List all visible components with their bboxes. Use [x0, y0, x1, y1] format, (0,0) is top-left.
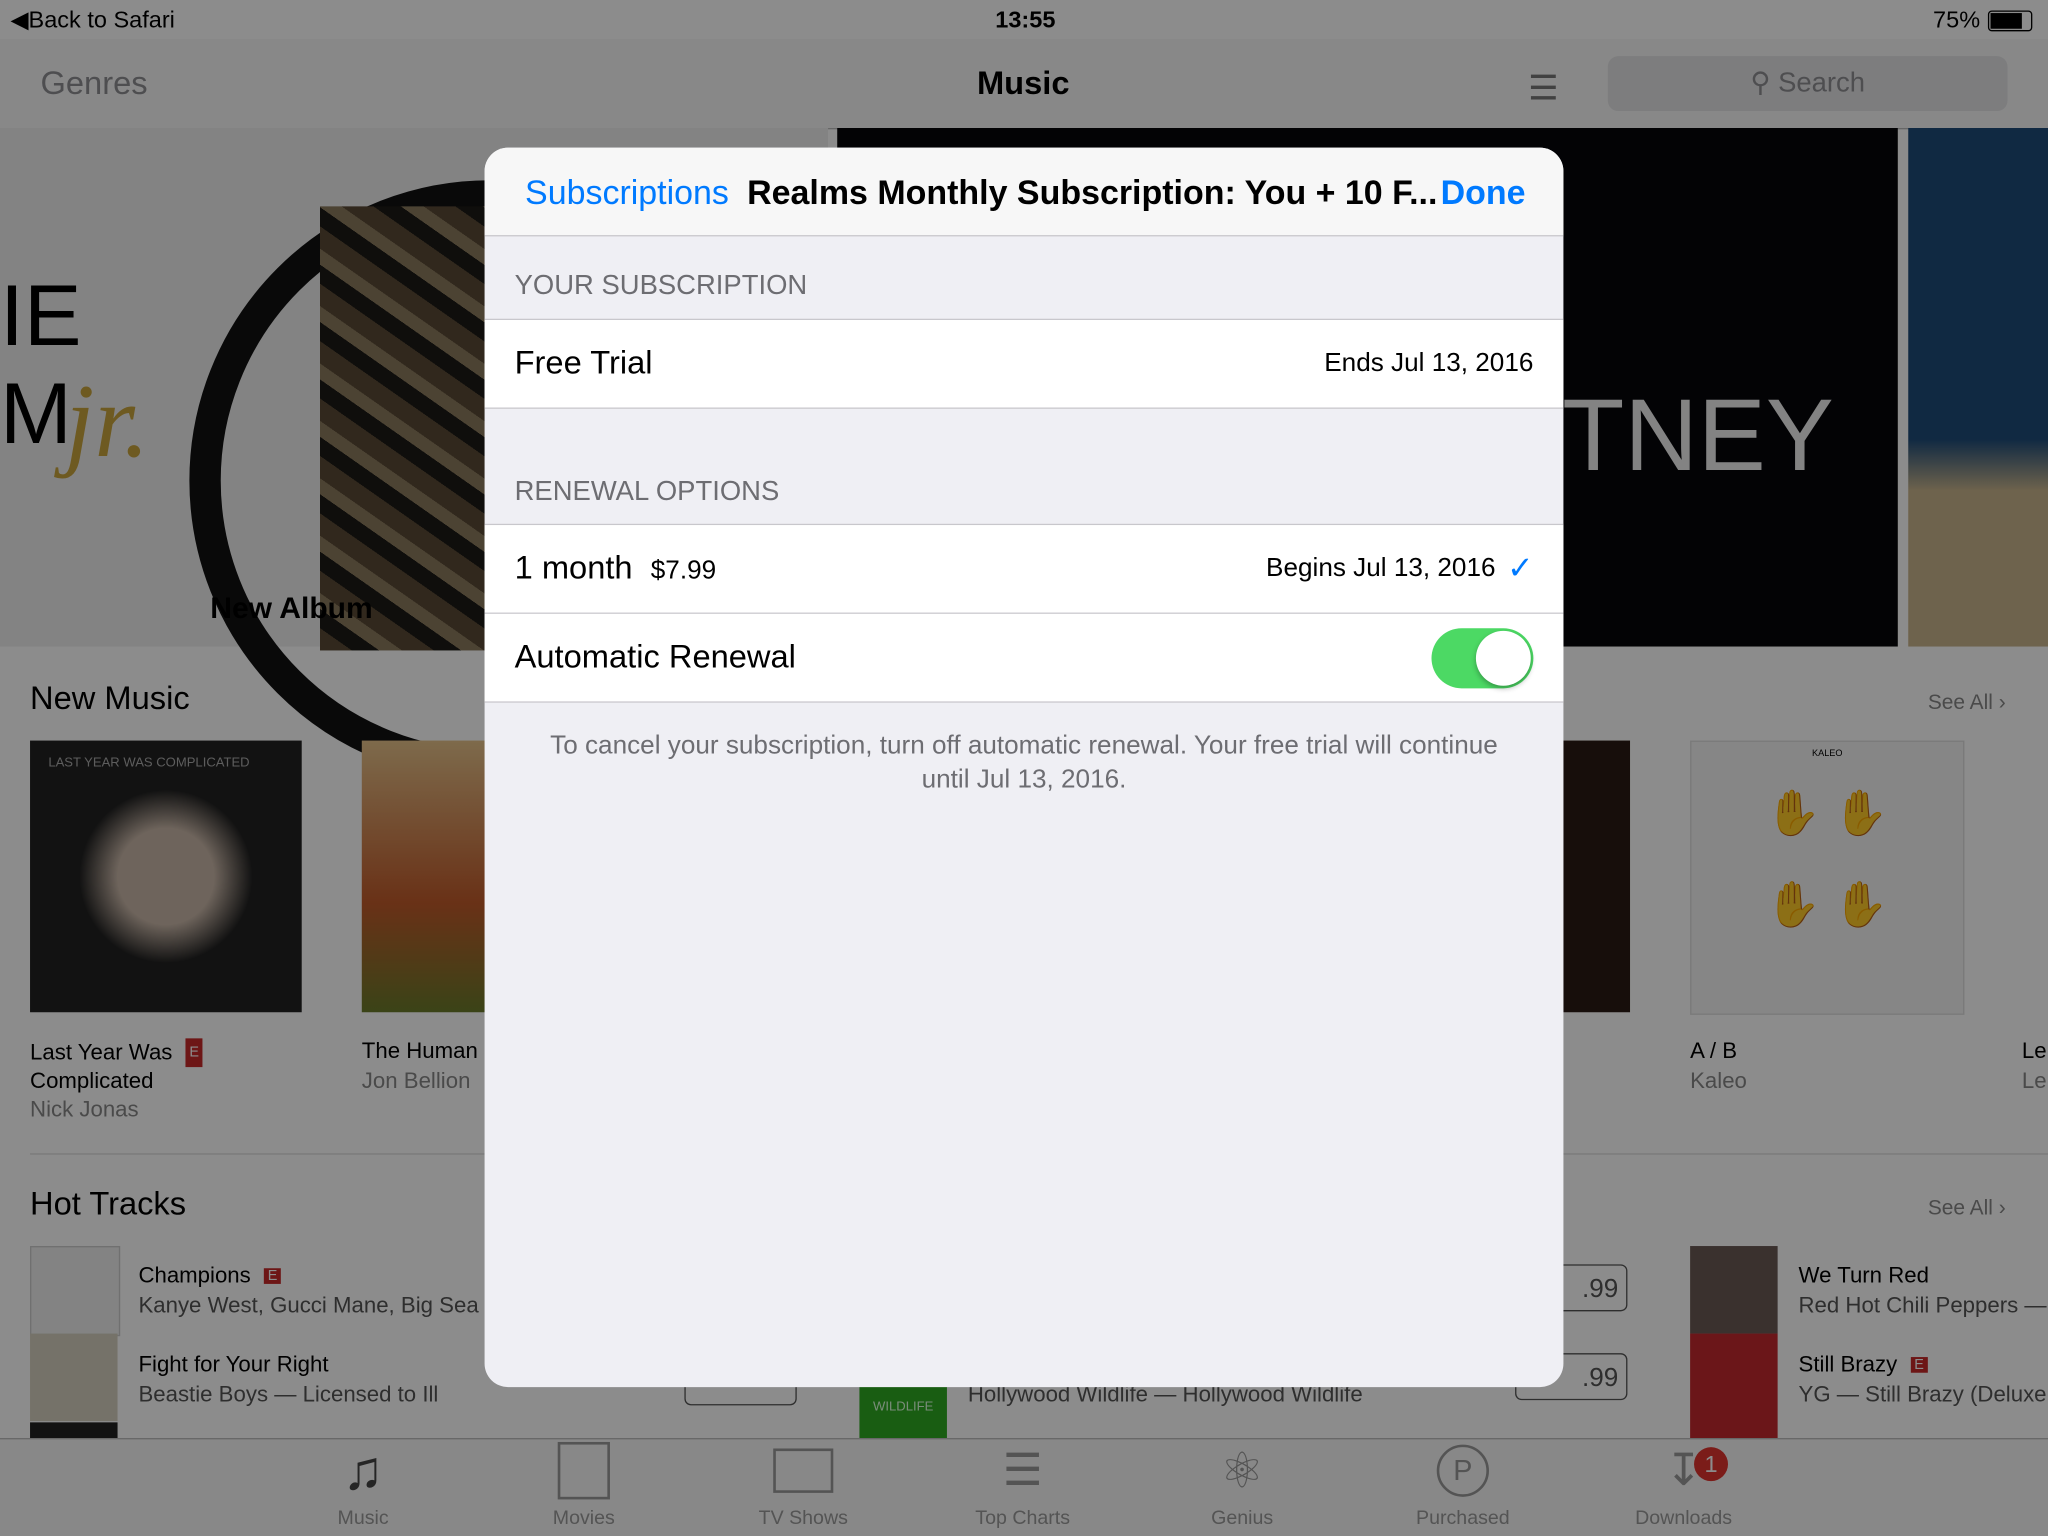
modal-header: Subscriptions Realms Monthly Subscriptio… — [484, 147, 1564, 237]
current-subscription-row: Free Trial Ends Jul 13, 2016 — [484, 318, 1564, 409]
cancel-info-text: To cancel your subscription, turn off au… — [550, 731, 1498, 795]
done-button[interactable]: Done — [1441, 172, 1526, 212]
automatic-renewal-toggle[interactable] — [1431, 628, 1534, 689]
section-header: RENEWAL OPTIONS — [514, 476, 780, 507]
automatic-renewal-row: Automatic Renewal — [484, 613, 1564, 703]
subscriptions-back-button[interactable]: Subscriptions — [525, 172, 729, 212]
option-duration: 1 month — [514, 549, 633, 587]
subscription-label: Free Trial — [514, 344, 653, 382]
modal-title: Realms Monthly Subscription: You + 10 F.… — [747, 172, 1438, 212]
checkmark-icon: ✓ — [1507, 551, 1534, 587]
automatic-renewal-label: Automatic Renewal — [514, 638, 796, 676]
option-begin-date: Begins Jul 13, 2016 — [1266, 553, 1496, 583]
renewal-option-row[interactable]: 1 month $7.99 Begins Jul 13, 2016 ✓ — [484, 523, 1564, 614]
subscription-modal: Subscriptions Realms Monthly Subscriptio… — [484, 147, 1564, 1388]
subscription-end-date: Ends Jul 13, 2016 — [1324, 348, 1534, 378]
option-price: $7.99 — [650, 556, 717, 586]
section-header: YOUR SUBSCRIPTION — [514, 270, 808, 301]
